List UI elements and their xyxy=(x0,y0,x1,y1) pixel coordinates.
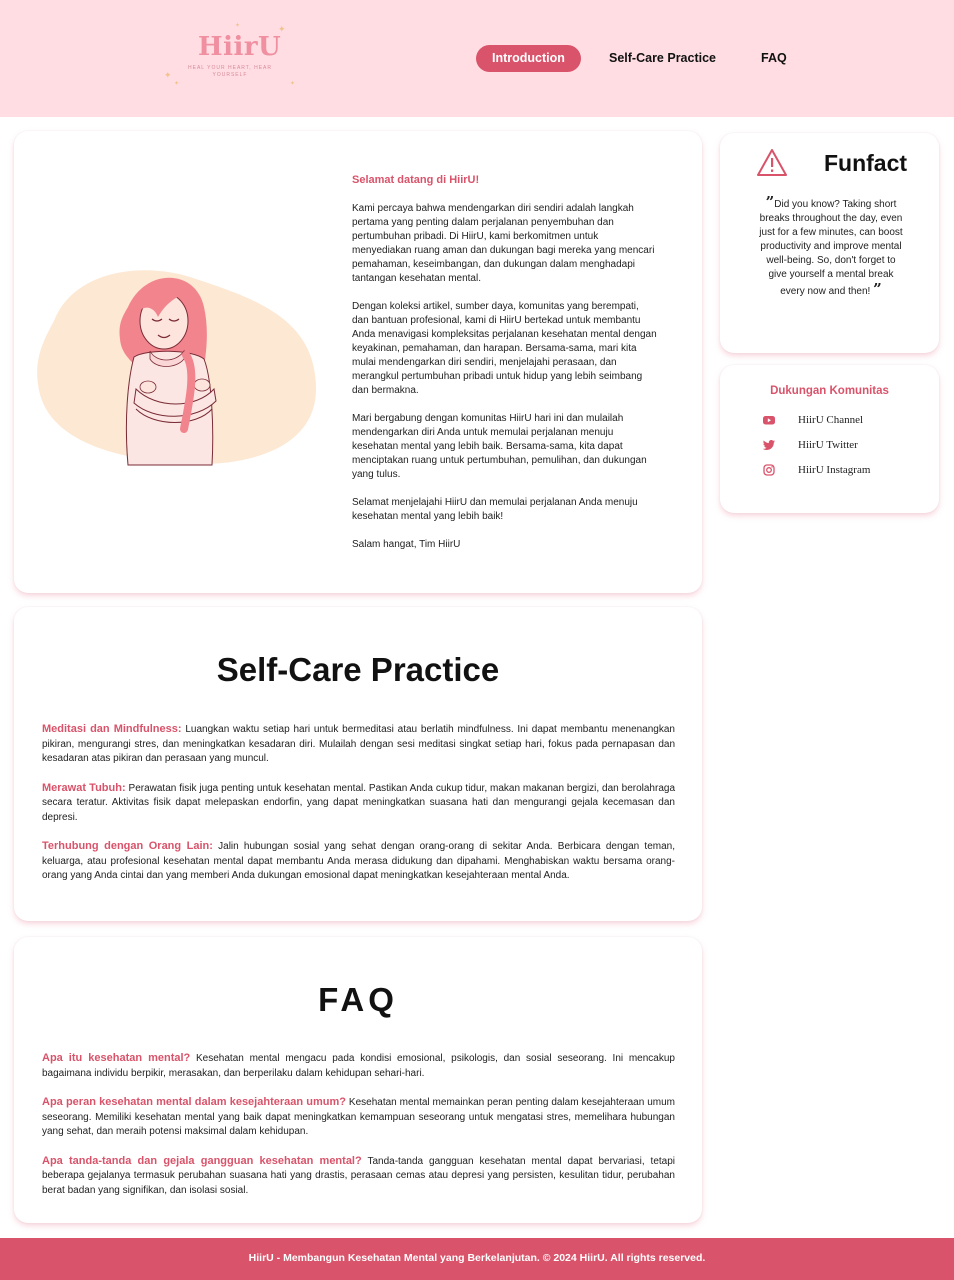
intro-paragraph: Mari bergabung dengan komunitas HiirU ha… xyxy=(352,413,647,480)
sparkle-icon: ✦ xyxy=(290,81,296,87)
site-footer: HiirU - Membangun Kesehatan Mental yang … xyxy=(0,1238,954,1280)
intro-signature: Salam hangat, Tim HiirU xyxy=(352,539,461,550)
self-care-term: Merawat Tubuh: xyxy=(42,781,126,794)
self-care-item: Merawat Tubuh: Perawatan fisik juga pent… xyxy=(42,781,675,826)
community-link-label: HiirU Twitter xyxy=(798,439,858,451)
nav-introduction[interactable]: Introduction xyxy=(476,45,581,72)
warning-triangle-icon xyxy=(757,149,787,176)
faq-item: Apa peran kesehatan mental dalam kesejah… xyxy=(42,1095,675,1140)
self-care-text: Perawatan fisik juga penting untuk keseh… xyxy=(42,782,676,823)
sparkle-icon: ✦ xyxy=(174,81,180,87)
self-care-body: Meditasi dan Mindfulness: Luangkan waktu… xyxy=(42,722,675,898)
quote-open-mark: ” xyxy=(765,193,775,211)
faq-question: Apa peran kesehatan mental dalam kesejah… xyxy=(42,1096,346,1108)
self-care-card: Self-Care Practice Meditasi dan Mindfuln… xyxy=(14,607,702,921)
sparkle-icon: ✦ xyxy=(235,23,241,29)
introduction-card: Selamat datang di HiirU! Kami percaya ba… xyxy=(14,131,702,593)
self-care-item: Meditasi dan Mindfulness: Luangkan waktu… xyxy=(42,722,675,767)
community-link-label: HiirU Instagram xyxy=(798,464,871,476)
faq-body: Apa itu kesehatan mental? Kesehatan ment… xyxy=(42,1051,675,1212)
brand-logo[interactable]: ✦ ✦ ✦ ✦ ✦ HiirU HEAL YOUR HEART, HEAR YO… xyxy=(160,18,300,93)
intro-paragraph: Selamat menjelajahi HiirU dan memulai pe… xyxy=(352,497,638,522)
faq-card: FAQ Apa itu kesehatan mental? Kesehatan … xyxy=(14,937,702,1223)
faq-question: Apa itu kesehatan mental? xyxy=(42,1052,191,1064)
community-link-label: HiirU Channel xyxy=(798,414,864,426)
instagram-icon xyxy=(763,464,775,476)
faq-question: Apa tanda-tanda dan gejala gangguan kese… xyxy=(42,1154,362,1167)
brand-name: HiirU xyxy=(198,32,282,62)
self-hug-illustration xyxy=(37,270,316,466)
brand-tagline: HEAL YOUR HEART, HEAR YOURSELF xyxy=(188,65,272,78)
nav-faq[interactable]: FAQ xyxy=(761,45,787,72)
intro-text: Selamat datang di HiirU! Kami percaya ba… xyxy=(352,173,658,566)
self-care-item: Terhubung dengan Orang Lain: Jalin hubun… xyxy=(42,839,675,884)
community-title: Dukungan Komunitas xyxy=(770,385,889,397)
sparkle-icon: ✦ xyxy=(164,70,172,80)
faq-item: Apa itu kesehatan mental? Kesehatan ment… xyxy=(42,1051,675,1081)
faq-title: FAQ xyxy=(318,981,398,1018)
twitter-icon xyxy=(762,440,775,450)
funfact-card: Funfact ”Did you know? Taking short brea… xyxy=(720,133,939,353)
community-card: Dukungan Komunitas HiirU Channel HiirU T… xyxy=(720,365,939,513)
youtube-icon xyxy=(763,416,775,425)
funfact-title: Funfact xyxy=(824,150,908,176)
footer-text: HiirU - Membangun Kesehatan Mental yang … xyxy=(248,1252,706,1264)
site-header: ✦ ✦ ✦ ✦ ✦ HiirU HEAL YOUR HEART, HEAR YO… xyxy=(0,0,954,117)
self-care-term: Terhubung dengan Orang Lain: xyxy=(42,840,213,852)
intro-paragraph: Kami percaya bahwa mendengarkan diri sen… xyxy=(352,203,655,284)
self-care-term: Meditasi dan Mindfulness: xyxy=(42,723,182,735)
faq-item: Apa tanda-tanda dan gejala gangguan kese… xyxy=(42,1154,675,1199)
funfact-quote: ”Did you know? Taking short breaks throu… xyxy=(758,195,904,299)
intro-heading: Selamat datang di HiirU! xyxy=(352,174,480,186)
quote-close-mark: ” xyxy=(873,280,882,298)
intro-paragraph: Dengan koleksi artikel, sumber daya, kom… xyxy=(352,301,657,396)
self-care-title: Self-Care Practice xyxy=(216,651,500,688)
nav-self-care-practice[interactable]: Self-Care Practice xyxy=(609,45,716,72)
